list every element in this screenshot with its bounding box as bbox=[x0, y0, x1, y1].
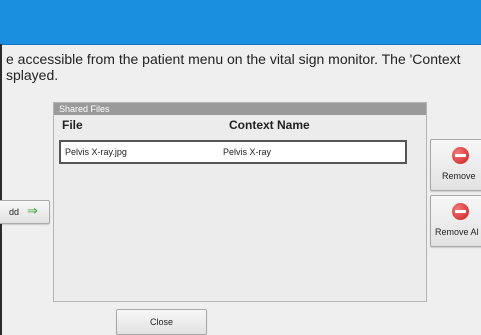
instruction-line-2: splayed. bbox=[6, 67, 59, 83]
instruction-text: e accessible from the patient menu on th… bbox=[6, 51, 481, 83]
remove-all-button-label: Remove Al bbox=[435, 227, 479, 237]
column-header-file[interactable]: File bbox=[62, 118, 83, 132]
shared-file-context: Pelvis X-ray bbox=[223, 147, 272, 157]
shared-files-group: Shared Files File Context Name Pelvis X-… bbox=[53, 102, 427, 302]
add-button[interactable]: dd ⇒ bbox=[0, 200, 50, 224]
shared-files-title: Shared Files bbox=[54, 103, 426, 115]
green-arrow-right-icon: ⇒ bbox=[27, 203, 38, 218]
close-button-label: Close bbox=[149, 317, 173, 327]
window-left-edge bbox=[0, 44, 2, 335]
add-button-label: dd bbox=[9, 207, 20, 217]
instruction-line-1: e accessible from the patient menu on th… bbox=[6, 51, 461, 67]
red-minus-icon bbox=[452, 147, 469, 164]
shared-file-name: Pelvis X-ray.jpg bbox=[65, 147, 127, 157]
dialog-titlebar bbox=[0, 0, 481, 45]
close-button[interactable]: Close bbox=[116, 309, 207, 335]
shared-files-header: File Context Name bbox=[54, 115, 426, 135]
remove-button[interactable]: Remove bbox=[430, 139, 481, 191]
shared-file-row[interactable]: Pelvis X-ray.jpg Pelvis X-ray bbox=[59, 140, 407, 164]
remove-button-label: Remove bbox=[442, 171, 476, 181]
red-minus-icon bbox=[452, 203, 469, 220]
remove-all-button[interactable]: Remove Al bbox=[430, 195, 481, 247]
column-header-context-name[interactable]: Context Name bbox=[229, 118, 310, 132]
